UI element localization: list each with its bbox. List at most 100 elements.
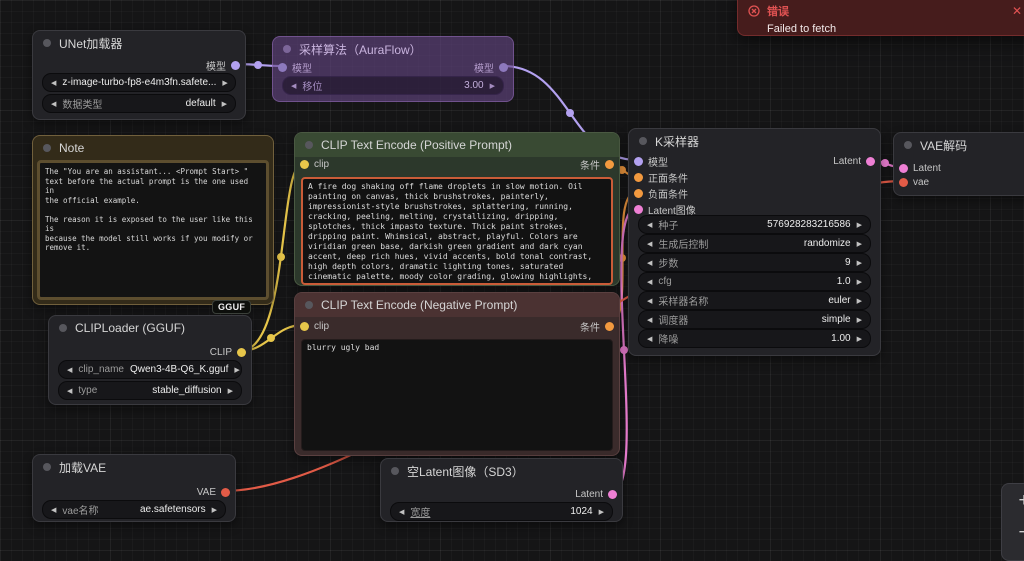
prev-arrow[interactable]: ◀ [67, 366, 72, 374]
widget-width[interactable]: ◀ 宽度 1024 ▶ [390, 502, 613, 521]
prev-arrow[interactable]: ◀ [647, 221, 652, 229]
vae-port-dot[interactable] [221, 488, 230, 497]
widget-clip-name[interactable]: ◀ clip_name Qwen3-4B-Q6_K.gguf ▶ [58, 360, 242, 379]
node-load-vae[interactable]: 加载VAE VAE ◀ vae名称 ae.safetensors ▶ [32, 454, 236, 522]
clip-port-dot[interactable] [300, 160, 309, 169]
latent-port-dot[interactable] [634, 205, 643, 214]
clip-port-dot[interactable] [237, 348, 246, 357]
next-arrow[interactable]: ▶ [857, 221, 862, 229]
wire-midpoint-dot[interactable] [566, 109, 574, 117]
collapse-dot[interactable] [43, 144, 51, 152]
widget-scheduler[interactable]: ◀ 调度器 simple ▶ [638, 310, 871, 329]
note-text[interactable]: The "You are an assistant... <Prompt Sta… [37, 160, 269, 300]
model-port-dot[interactable] [499, 63, 508, 72]
wire-midpoint-dot[interactable] [277, 253, 285, 261]
prev-arrow[interactable]: ◀ [647, 278, 652, 286]
input-port-clip[interactable]: clip [300, 157, 329, 171]
collapse-dot[interactable] [43, 463, 51, 471]
latent-port-dot[interactable] [608, 490, 617, 499]
prev-arrow[interactable]: ◀ [51, 79, 56, 87]
widget-steps[interactable]: ◀ 步数 9 ▶ [638, 253, 871, 272]
widget-unet-name[interactable]: ◀ z-image-turbo-fp8-e4m3fn.safete... ▶ [42, 73, 236, 92]
node-empty-latent[interactable]: 空Latent图像（SD3） Latent ◀ 宽度 1024 ▶ [380, 458, 623, 522]
wire-midpoint-dot[interactable] [620, 346, 628, 354]
latent-port-dot[interactable] [899, 164, 908, 173]
clip-port-dot[interactable] [300, 322, 309, 331]
collapse-dot[interactable] [305, 141, 313, 149]
positive-prompt-textarea[interactable]: A fire dog shaking off flame droplets in… [301, 177, 613, 285]
node-clip-negative[interactable]: CLIP Text Encode (Negative Prompt) clip … [294, 292, 620, 456]
input-port-vae[interactable]: vae [899, 175, 929, 189]
output-port-vae[interactable]: VAE [197, 485, 230, 499]
node-vae-decode[interactable]: VAE解码 Latent vae [893, 132, 1024, 196]
prev-arrow[interactable]: ◀ [647, 259, 652, 267]
conditioning-port-dot[interactable] [605, 160, 614, 169]
conditioning-port-dot[interactable] [634, 189, 643, 198]
input-port-model[interactable]: 模型 [634, 154, 668, 168]
node-clip-loader[interactable]: CLIPLoader (GGUF) CLIP ◀ clip_name Qwen3… [48, 315, 252, 405]
node-auraflow-sampling[interactable]: 采样算法（AuraFlow） 模型 模型 ◀ 移位 3.00 ▶ [272, 36, 514, 102]
prev-arrow[interactable]: ◀ [647, 316, 652, 324]
latent-port-dot[interactable] [866, 157, 875, 166]
collapse-dot[interactable] [283, 45, 291, 53]
widget-type[interactable]: ◀ type stable_diffusion ▶ [58, 381, 242, 400]
next-arrow[interactable]: ▶ [857, 259, 862, 267]
model-port-dot[interactable] [231, 61, 240, 70]
next-arrow[interactable]: ▶ [857, 335, 862, 343]
zoom-out-button[interactable]: − [1002, 516, 1024, 548]
comfyui-canvas[interactable]: { "colors": { "model": "#b3a1f0", "clip"… [0, 0, 1024, 520]
model-port-dot[interactable] [278, 63, 287, 72]
next-arrow[interactable]: ▶ [222, 100, 227, 108]
input-port-positive[interactable]: 正面条件 [634, 170, 688, 184]
prev-arrow[interactable]: ◀ [51, 506, 56, 514]
input-port-model[interactable]: 模型 [278, 60, 312, 74]
node-note[interactable]: Note The "You are an assistant... <Promp… [32, 135, 274, 305]
wire-midpoint-dot[interactable] [267, 334, 275, 342]
widget-vae-name[interactable]: ◀ vae名称 ae.safetensors ▶ [42, 500, 226, 519]
prev-arrow[interactable]: ◀ [67, 387, 72, 395]
collapse-dot[interactable] [305, 301, 313, 309]
output-port-conditioning[interactable]: 条件 [580, 157, 614, 171]
next-arrow[interactable]: ▶ [490, 82, 495, 90]
node-unet-loader[interactable]: UNet加载器 模型 ◀ z-image-turbo-fp8-e4m3fn.sa… [32, 30, 246, 120]
wire-midpoint-dot[interactable] [254, 61, 262, 69]
widget-control-after-generate[interactable]: ◀ 生成后控制 randomize ▶ [638, 234, 871, 253]
widget-shift[interactable]: ◀ 移位 3.00 ▶ [282, 76, 504, 95]
widget-denoise[interactable]: ◀ 降噪 1.00 ▶ [638, 329, 871, 348]
prev-arrow[interactable]: ◀ [51, 100, 56, 108]
model-port-dot[interactable] [634, 157, 643, 166]
next-arrow[interactable]: ▶ [234, 366, 239, 374]
input-port-latent[interactable]: Latent [899, 161, 941, 175]
node-clip-positive[interactable]: CLIP Text Encode (Positive Prompt) clip … [294, 132, 620, 286]
negative-prompt-textarea[interactable]: blurry ugly bad [301, 339, 613, 451]
next-arrow[interactable]: ▶ [222, 79, 227, 87]
error-toast[interactable]: 错误 ✕ Failed to fetch [737, 0, 1024, 36]
next-arrow[interactable]: ▶ [857, 278, 862, 286]
wire-midpoint-dot[interactable] [881, 159, 889, 167]
prev-arrow[interactable]: ◀ [647, 240, 652, 248]
input-port-negative[interactable]: 负面条件 [634, 186, 688, 200]
output-port-clip[interactable]: CLIP [210, 345, 246, 359]
collapse-dot[interactable] [639, 137, 647, 145]
conditioning-port-dot[interactable] [605, 322, 614, 331]
collapse-dot[interactable] [59, 324, 67, 332]
zoom-in-button[interactable]: + [1002, 484, 1024, 516]
next-arrow[interactable]: ▶ [212, 506, 217, 514]
output-port-model[interactable]: 模型 [206, 58, 240, 72]
input-port-latent[interactable]: Latent图像 [634, 202, 696, 216]
next-arrow[interactable]: ▶ [599, 508, 604, 516]
output-port-latent[interactable]: Latent [575, 487, 617, 501]
next-arrow[interactable]: ▶ [857, 316, 862, 324]
input-port-clip[interactable]: clip [300, 319, 329, 333]
output-port-latent[interactable]: Latent [833, 154, 875, 168]
conditioning-port-dot[interactable] [634, 173, 643, 182]
widget-sampler-name[interactable]: ◀ 采样器名称 euler ▶ [638, 291, 871, 310]
next-arrow[interactable]: ▶ [857, 297, 862, 305]
toast-close-button[interactable]: ✕ [1012, 4, 1022, 18]
prev-arrow[interactable]: ◀ [291, 82, 296, 90]
prev-arrow[interactable]: ◀ [399, 508, 404, 516]
vae-port-dot[interactable] [899, 178, 908, 187]
prev-arrow[interactable]: ◀ [647, 335, 652, 343]
collapse-dot[interactable] [43, 39, 51, 47]
widget-seed[interactable]: ◀ 种子 576928283216586 ▶ [638, 215, 871, 234]
